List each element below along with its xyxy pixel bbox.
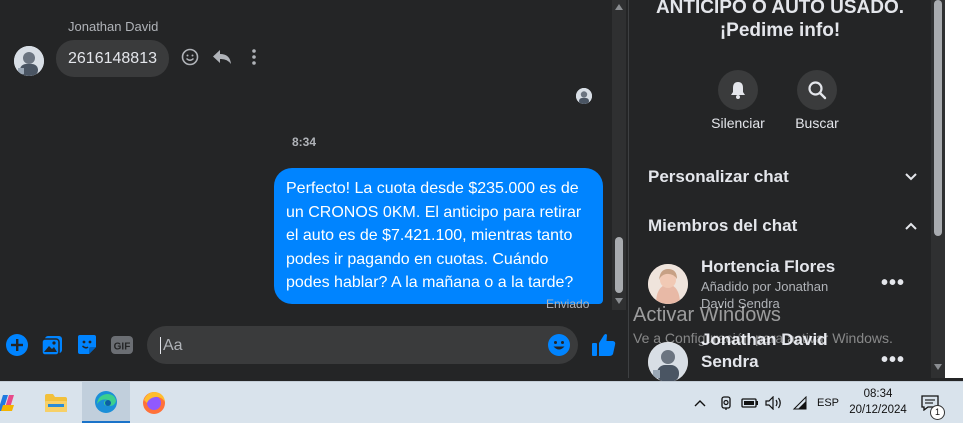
file-explorer-icon[interactable] xyxy=(32,382,80,423)
volume-icon[interactable] xyxy=(764,382,784,423)
bell-icon xyxy=(731,82,745,99)
customize-chat-label: Personalizar chat xyxy=(648,167,789,186)
member-more-options-icon[interactable]: ••• xyxy=(881,273,905,293)
clock[interactable]: 08:34 20/12/2024 xyxy=(840,386,916,418)
message-input[interactable] xyxy=(161,326,535,366)
chat-scrollbar[interactable] xyxy=(612,0,626,310)
more-actions-plus-icon[interactable] xyxy=(5,333,29,357)
chat-members-row[interactable]: Miembros del chat xyxy=(648,211,918,241)
search-button[interactable] xyxy=(797,70,837,110)
panel-scrollbar[interactable] xyxy=(931,0,945,378)
svg-text:GIF: GIF xyxy=(114,342,131,353)
message-composer: GIF xyxy=(0,320,626,378)
gif-icon[interactable]: GIF xyxy=(110,333,134,357)
react-emoji-icon[interactable] xyxy=(180,47,200,67)
chevron-down-icon xyxy=(905,173,917,181)
scroll-down-arrow-icon[interactable] xyxy=(615,298,623,304)
mute-label: Silenciar xyxy=(711,115,765,131)
like-thumbs-up-icon[interactable] xyxy=(590,331,618,359)
bluetooth-device-icon[interactable] xyxy=(716,382,736,423)
chat-title-line1: ANTICIPO O AUTO USADO. xyxy=(655,0,905,18)
sent-status: Enviado xyxy=(546,297,590,311)
sender-avatar[interactable] xyxy=(14,46,44,76)
attach-photo-icon[interactable] xyxy=(40,333,64,357)
sticker-icon[interactable] xyxy=(75,333,99,357)
window-edge xyxy=(945,0,963,378)
chat-title: ANTICIPO O AUTO USADO. ¡Pedime info! xyxy=(629,0,931,42)
scroll-up-arrow-icon[interactable] xyxy=(615,4,623,10)
emoji-picker-icon[interactable] xyxy=(547,333,571,357)
member-name: Hortencia Flores xyxy=(701,257,836,276)
sender-name: Jonathan David xyxy=(68,19,159,34)
panel-scroll-down-arrow-icon[interactable] xyxy=(934,364,942,370)
chat-members-label: Miembros del chat xyxy=(648,216,798,235)
incoming-message-bubble[interactable]: 2616148813 xyxy=(56,40,169,77)
clock-time: 08:34 xyxy=(863,388,893,400)
copilot-app-icon[interactable] xyxy=(0,382,30,423)
edge-browser-icon[interactable] xyxy=(82,382,130,423)
activation-watermark-title: Activar Windows xyxy=(633,304,781,326)
scroll-thumb[interactable] xyxy=(615,237,623,293)
show-hidden-icons-chevron-icon[interactable] xyxy=(690,382,710,423)
activation-watermark-subtitle: Ve a Configuración para activar Windows. xyxy=(633,330,893,346)
wifi-icon[interactable] xyxy=(790,382,810,423)
member-avatar xyxy=(648,342,688,382)
chat-title-line2: ¡Pedime info! xyxy=(719,20,841,41)
search-icon xyxy=(808,81,827,100)
chat-area: Jonathan David 2616148813 8:34 Perfecto!… xyxy=(0,0,616,378)
message-actions xyxy=(180,47,264,67)
battery-icon[interactable] xyxy=(740,382,760,423)
customize-chat-row[interactable]: Personalizar chat xyxy=(648,162,918,192)
outgoing-message-bubble[interactable]: Perfecto! La cuota desde $235.000 es de … xyxy=(274,168,603,304)
reply-icon[interactable] xyxy=(212,47,232,67)
panel-scroll-thumb[interactable] xyxy=(934,0,942,236)
more-options-icon[interactable] xyxy=(244,47,264,67)
message-timestamp: 8:34 xyxy=(292,135,317,149)
mute-button[interactable] xyxy=(718,70,758,110)
composer-input-wrapper xyxy=(147,326,578,366)
clock-date: 20/12/2024 xyxy=(849,404,907,416)
member-avatar xyxy=(648,264,688,304)
language-indicator[interactable]: ESP xyxy=(814,382,842,423)
seen-indicator-avatar xyxy=(576,88,592,104)
chevron-up-icon xyxy=(905,222,917,230)
notification-count-badge: 1 xyxy=(930,405,945,420)
windows-taskbar: ESP 08:34 20/12/2024 1 xyxy=(0,381,963,423)
search-label: Buscar xyxy=(795,115,839,131)
firefox-icon[interactable] xyxy=(130,382,178,423)
member-more-options-icon[interactable]: ••• xyxy=(881,350,905,370)
